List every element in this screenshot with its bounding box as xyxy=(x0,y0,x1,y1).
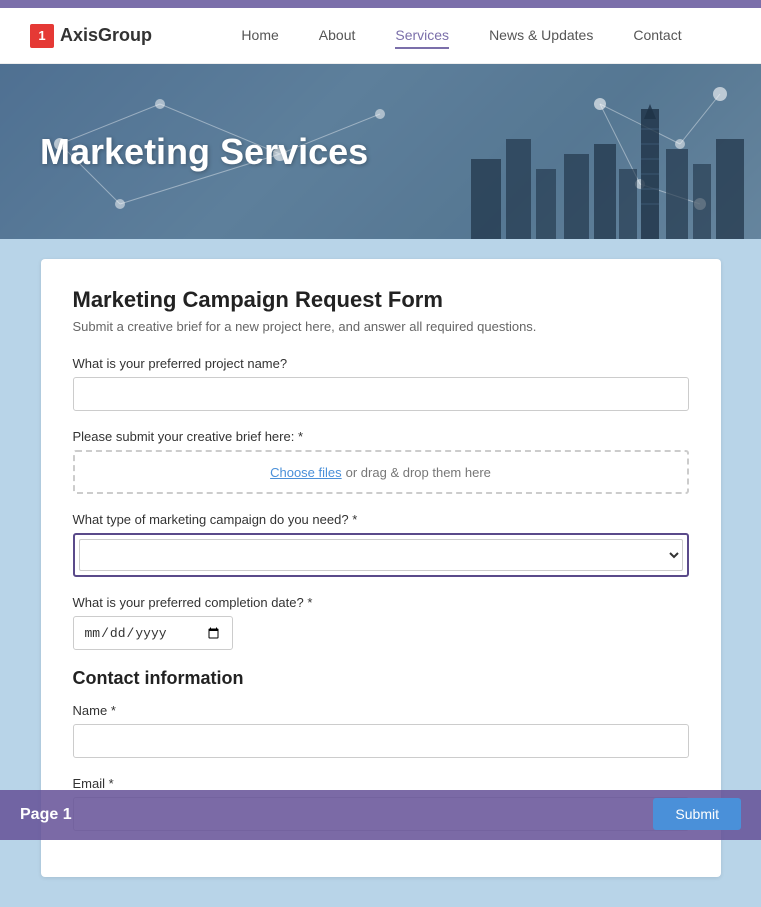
project-name-label: What is your preferred project name? xyxy=(73,356,689,371)
choose-files-link[interactable]: Choose files xyxy=(270,465,342,480)
file-upload-text: or drag & drop them here xyxy=(346,465,491,480)
nav-item-news[interactable]: News & Updates xyxy=(489,27,593,45)
hero-title: Marketing Services xyxy=(40,131,368,173)
logo-text-colored: Group xyxy=(98,25,152,45)
completion-date-input[interactable] xyxy=(73,616,233,650)
nav-item-home[interactable]: Home xyxy=(241,27,278,45)
nav-link-about[interactable]: About xyxy=(319,23,356,47)
form-card: Marketing Campaign Request Form Submit a… xyxy=(41,259,721,877)
nav-links: Home About Services News & Updates Conta… xyxy=(192,27,731,45)
file-upload-area[interactable]: Choose files or drag & drop them here xyxy=(73,450,689,494)
name-group: Name * xyxy=(73,703,689,758)
city-silhouette xyxy=(461,99,761,239)
campaign-type-select[interactable]: Digital Marketing Print Campaign Social … xyxy=(79,539,683,571)
nav-link-home[interactable]: Home xyxy=(241,23,278,47)
hero-section: Marketing Services xyxy=(0,64,761,239)
logo-icon: 1 xyxy=(30,24,54,48)
creative-brief-group: Please submit your creative brief here: … xyxy=(73,429,689,494)
name-label: Name * xyxy=(73,703,689,718)
name-input[interactable] xyxy=(73,724,689,758)
completion-date-label: What is your preferred completion date? … xyxy=(73,595,689,610)
campaign-type-select-wrapper: Digital Marketing Print Campaign Social … xyxy=(73,533,689,577)
nav-item-services[interactable]: Services xyxy=(395,27,449,45)
creative-brief-label: Please submit your creative brief here: … xyxy=(73,429,689,444)
project-name-group: What is your preferred project name? xyxy=(73,356,689,411)
completion-date-group: What is your preferred completion date? … xyxy=(73,595,689,650)
nav-link-services[interactable]: Services xyxy=(395,23,449,49)
campaign-type-label: What type of marketing campaign do you n… xyxy=(73,512,689,527)
nav-item-about[interactable]: About xyxy=(319,27,356,45)
page-indicator: Page 1 xyxy=(20,806,72,824)
submit-button[interactable]: Submit xyxy=(653,798,741,830)
nav-item-contact[interactable]: Contact xyxy=(633,27,681,45)
bottom-bar: Page 1 xyxy=(0,790,761,840)
nav-link-news[interactable]: News & Updates xyxy=(489,23,593,47)
email-label: Email * xyxy=(73,776,689,791)
campaign-type-group: What type of marketing campaign do you n… xyxy=(73,512,689,577)
navbar: 1 AxisGroup Home About Services News & U… xyxy=(0,8,761,64)
form-title: Marketing Campaign Request Form xyxy=(73,287,689,313)
logo[interactable]: 1 AxisGroup xyxy=(30,24,152,48)
nav-link-contact[interactable]: Contact xyxy=(633,23,681,47)
date-input-wrapper xyxy=(73,616,233,650)
form-subtitle: Submit a creative brief for a new projec… xyxy=(73,319,689,334)
logo-text: AxisGroup xyxy=(60,25,152,46)
contact-section-title: Contact information xyxy=(73,668,689,689)
project-name-input[interactable] xyxy=(73,377,689,411)
top-bar xyxy=(0,0,761,8)
